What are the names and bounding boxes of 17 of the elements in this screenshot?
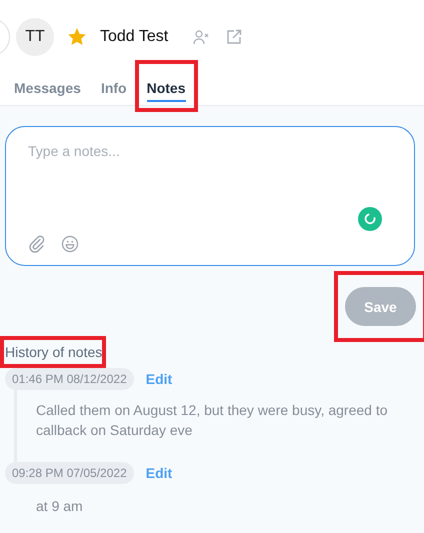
external-link-icon[interactable]: [226, 29, 242, 45]
star-icon[interactable]: [68, 28, 86, 46]
tab[interactable]: Info: [100, 80, 127, 104]
timestamp-badge: 01:46 PM 08/12/2022: [5, 368, 134, 390]
avatar: TT: [16, 18, 54, 56]
paperclip-icon[interactable]: [28, 235, 46, 253]
tab[interactable]: Messages: [14, 80, 81, 104]
note-field[interactable]: Type a notes...: [28, 143, 394, 159]
note-text: at 9 am: [35, 497, 84, 516]
edit-link[interactable]: Edit: [146, 371, 172, 387]
history-title: History of notes: [0, 336, 106, 368]
contact-name: Todd Test: [100, 28, 168, 46]
emoji-icon[interactable]: [61, 235, 79, 253]
tab[interactable]: Notes: [146, 80, 186, 102]
edit-link[interactable]: Edit: [146, 465, 172, 481]
remove-user-icon[interactable]: [193, 29, 210, 45]
timestamp-badge: 09:28 PM 07/05/2022: [5, 462, 134, 484]
